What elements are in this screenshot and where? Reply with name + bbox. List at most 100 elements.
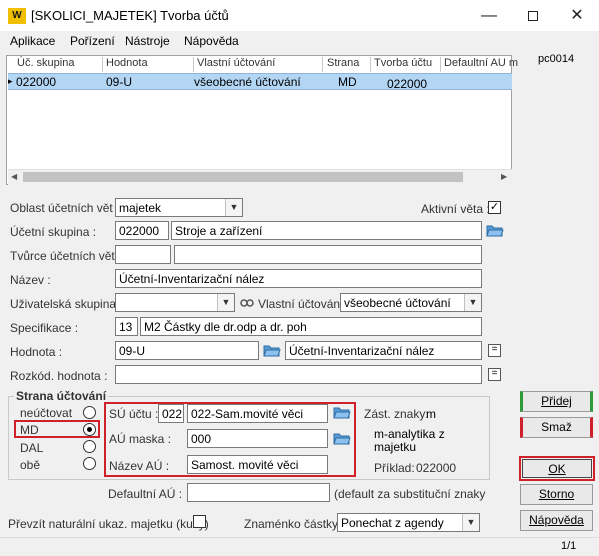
su-code-field[interactable]: 022 <box>158 404 184 423</box>
hodnota-name-field[interactable]: Účetní-Inventarizační nález <box>285 341 482 360</box>
skupina-code-field[interactable]: 022000 <box>115 221 169 240</box>
oblast-label: Oblast účetních vět : <box>10 201 120 215</box>
close-icon[interactable]: ✕ <box>555 0 599 31</box>
nazev-au-label: Název AÚ : <box>109 459 170 473</box>
status-bar <box>0 537 599 556</box>
col-separator <box>440 57 441 72</box>
napoveda-label: Nápověda <box>529 513 584 527</box>
zast-value: m <box>426 407 436 421</box>
radio-neuctovat[interactable] <box>83 406 96 419</box>
menu-napoveda[interactable]: Nápověda <box>184 34 239 48</box>
vlastni-select[interactable]: všeobecné účtování ▼ <box>340 293 482 312</box>
radio-obe[interactable] <box>83 457 96 470</box>
radio-dal[interactable] <box>83 440 96 453</box>
equals-icon[interactable]: = <box>488 368 501 381</box>
spec-field[interactable]: M2 Částky dle dr.odp a dr. poh <box>140 317 482 336</box>
au-maska-field[interactable]: 000 <box>187 429 328 448</box>
uziv-select[interactable]: ▼ <box>115 293 235 312</box>
vlastni-label: Vlastní účtování : <box>258 297 351 311</box>
menu-aplikace[interactable]: Aplikace <box>10 34 55 48</box>
napoveda-button[interactable]: Nápověda <box>520 510 593 531</box>
nazev-label: Název : <box>10 273 51 287</box>
oblast-select[interactable]: majetek ▼ <box>115 198 243 217</box>
tvurce-field-b[interactable] <box>174 245 482 264</box>
skupina-label: Účetní skupina : <box>10 225 97 239</box>
menu-nastroje[interactable]: Nástroje <box>125 34 170 48</box>
rozkod-label: Rozkód. hodnota : <box>10 369 108 383</box>
chevron-down-icon[interactable]: ▼ <box>217 294 234 311</box>
nazev-au-field[interactable]: Samost. movité věci <box>187 455 328 474</box>
ok-label: OK <box>548 462 566 476</box>
uziv-label: Uživatelská skupina : <box>10 297 123 311</box>
cell-skupina: 022000 <box>16 75 57 89</box>
tvurce-field-a[interactable] <box>115 245 171 264</box>
minimize-icon[interactable]: — <box>467 0 511 31</box>
side-code: pc0014 <box>538 53 575 65</box>
scroll-right-icon[interactable]: ▶ <box>501 172 507 181</box>
col-header-hodnota[interactable]: Hodnota <box>106 57 148 72</box>
maximize-icon[interactable] <box>511 0 555 31</box>
app-logo-icon: W <box>8 8 26 24</box>
strana-title: Strana účtování <box>14 389 109 403</box>
nazev-field[interactable]: Účetní-Inventarizační nález <box>115 269 482 288</box>
skupina-name-field[interactable]: Stroje a zařízení <box>171 221 482 240</box>
folder-open-icon[interactable] <box>486 223 504 237</box>
equals-icon[interactable]: = <box>488 344 501 357</box>
vlastni-value: všeobecné účtování <box>344 296 451 310</box>
row-pointer-icon: ▸ <box>8 76 13 86</box>
folder-open-icon[interactable] <box>263 343 281 357</box>
prevzit-label: Převzít naturální ukaz. majetku (kusy) <box>8 517 209 531</box>
cell-hodnota: 09-U <box>106 75 133 89</box>
aktivni-checkbox[interactable]: ✓ <box>488 201 501 214</box>
su-name-field[interactable]: 022-Sam.movité věci <box>187 404 328 423</box>
au-maska-label: AÚ maska : <box>109 432 172 446</box>
spec-code-field[interactable]: 13 <box>115 317 138 336</box>
col-header-tvorba[interactable]: Tvorba účtu <box>374 57 432 72</box>
cell-strana: MD <box>338 75 357 89</box>
radio-md[interactable] <box>83 423 96 436</box>
scrollbar-thumb[interactable] <box>23 172 463 182</box>
cell-vlastni: všeobecné účtování <box>194 75 301 89</box>
scroll-left-icon[interactable]: ◀ <box>11 172 17 181</box>
radio-dal-label: DAL <box>20 441 44 455</box>
aktivni-label: Aktivní věta : <box>421 202 490 216</box>
rozkod-field[interactable] <box>115 365 482 384</box>
hodnota-label: Hodnota : <box>10 345 63 359</box>
prevzit-checkbox[interactable] <box>193 515 206 528</box>
ok-button[interactable]: OK <box>522 459 592 478</box>
defaultni-label: Defaultní AÚ : <box>108 487 183 501</box>
priklad-value: 022000 <box>416 461 457 475</box>
pridej-label: Přidej <box>541 394 572 408</box>
chevron-down-icon[interactable]: ▼ <box>464 294 481 311</box>
chevron-down-icon[interactable]: ▼ <box>225 199 242 216</box>
tvurce-label: Tvůrce účetních vět : <box>10 249 122 263</box>
menu-porizeni[interactable]: Pořízení <box>70 34 115 48</box>
folder-open-icon[interactable] <box>333 431 351 445</box>
defaultni-field[interactable] <box>187 483 330 502</box>
cell-tvorba: 022000 <box>387 77 428 91</box>
hodnota-code-field[interactable]: 09-U <box>115 341 259 360</box>
znamenko-label: Znaménko částky : <box>244 517 345 531</box>
link-icon[interactable] <box>239 296 255 310</box>
smaz-button[interactable]: Smaž <box>520 417 593 438</box>
col-separator <box>322 57 323 72</box>
znamenko-select[interactable]: Ponechat z agendy ▼ <box>337 513 480 532</box>
znamenko-value: Ponechat z agendy <box>341 516 444 530</box>
col-header-skupina[interactable]: Úč. skupina <box>17 57 74 72</box>
col-header-defaultni[interactable]: Defaultní AU m <box>444 57 518 72</box>
col-separator <box>102 57 103 72</box>
radio-neuctovat-label: neúčtovat <box>20 406 73 420</box>
col-header-vlastni[interactable]: Vlastní účtování <box>197 57 275 72</box>
folder-open-icon[interactable] <box>333 405 351 419</box>
chevron-down-icon[interactable]: ▼ <box>462 514 479 531</box>
spec-label: Specifikace : <box>10 321 79 335</box>
window-title: [SKOLICI_MAJETEK] Tvorba účtů <box>31 8 229 23</box>
col-header-strana[interactable]: Strana <box>327 57 359 72</box>
priklad-label: Příklad: <box>374 461 415 475</box>
records-grid[interactable]: Úč. skupina Hodnota Vlastní účtování Str… <box>6 55 518 185</box>
storno-button[interactable]: Storno <box>520 484 593 505</box>
col-separator <box>370 57 371 72</box>
pridej-button[interactable]: Přidej <box>520 391 593 412</box>
defaultni-hint: (default za substituční znaky <box>334 487 486 501</box>
storno-label: Storno <box>538 487 575 501</box>
